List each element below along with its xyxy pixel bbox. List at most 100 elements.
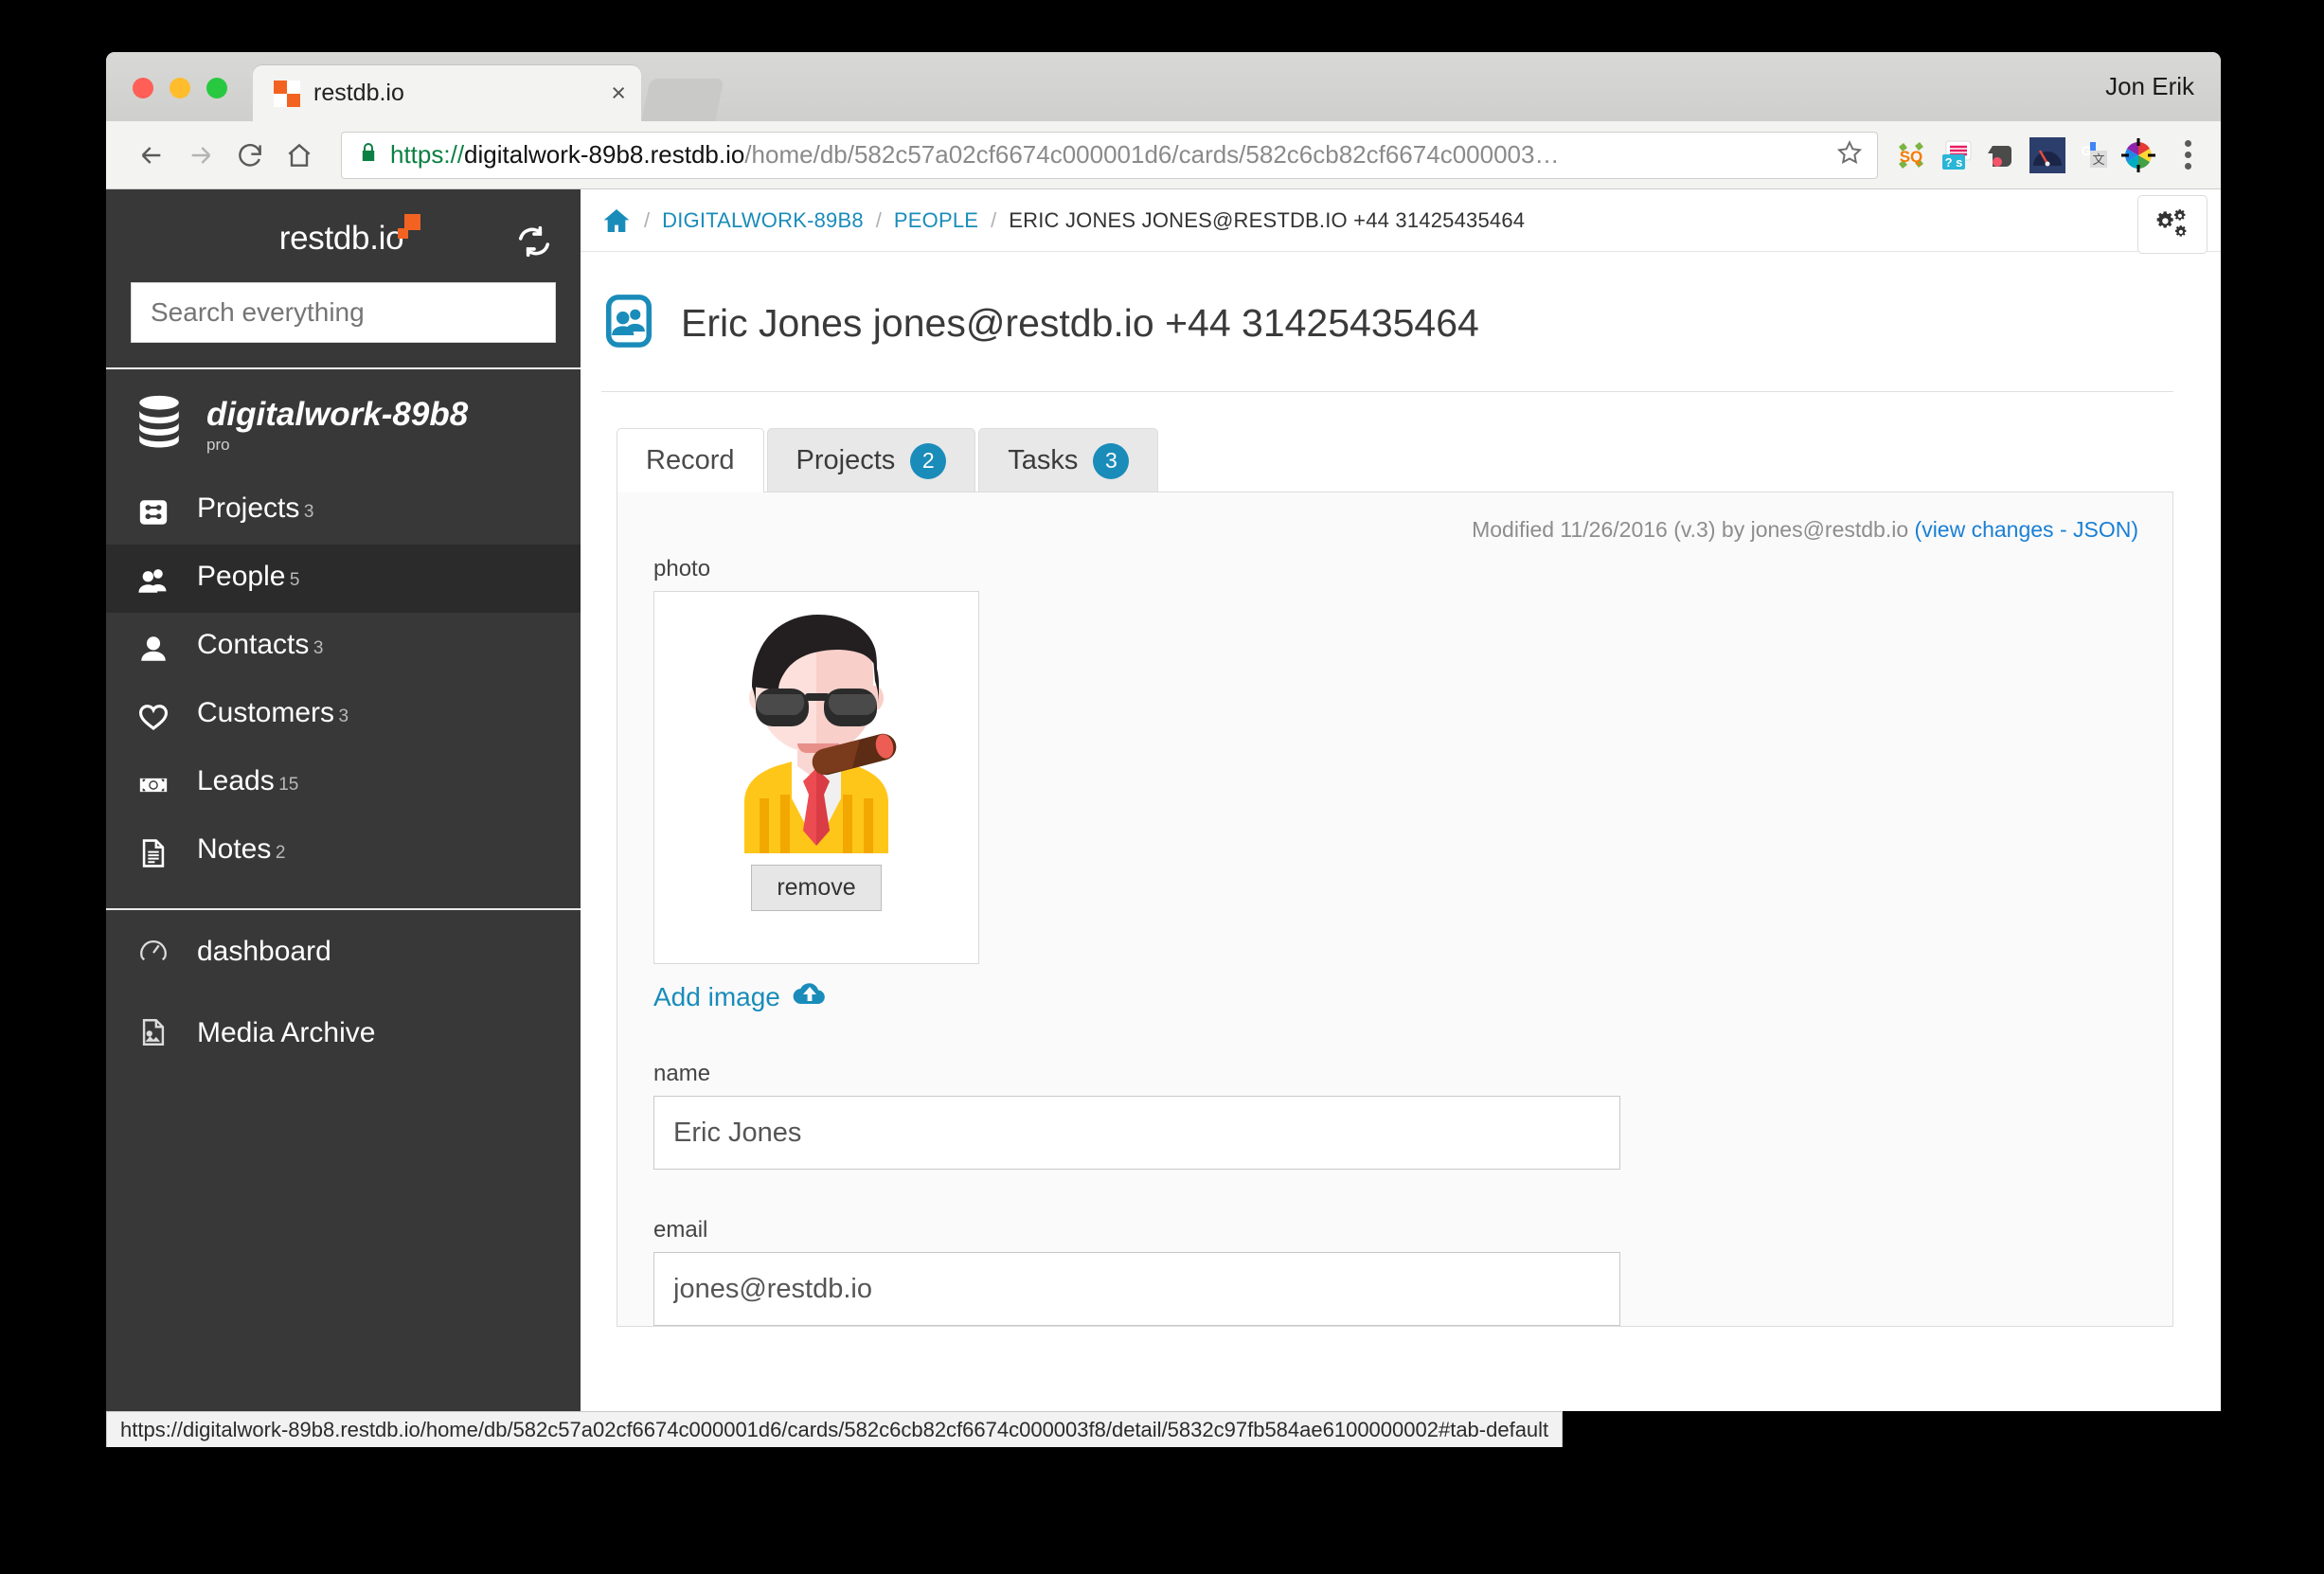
tab-label: Projects — [796, 445, 896, 475]
close-window-button[interactable] — [133, 78, 153, 98]
name-field-label: name — [653, 1061, 711, 1086]
back-button[interactable] — [127, 131, 176, 180]
sidebar-item-media-archive[interactable]: Media Archive — [106, 992, 581, 1073]
browser-toolbar: https://digitalwork-89b8.restdb.io/home/… — [106, 121, 2221, 189]
tab-tasks[interactable]: Tasks 3 — [978, 428, 1159, 492]
url-text: https://digitalwork-89b8.restdb.io/home/… — [390, 140, 1826, 170]
page-header: Eric Jones jones@restdb.io +44 314254354… — [581, 252, 2221, 353]
sidebar-item-label: Contacts — [197, 629, 310, 660]
breadcrumb-separator: / — [875, 207, 882, 232]
database-name: digitalwork-89b8 — [206, 395, 469, 433]
breadcrumb-database[interactable]: DIGITALWORK-89B8 — [662, 208, 864, 233]
sidebar-item-customers[interactable]: Customers 3 — [106, 681, 581, 749]
database-plan: pro — [206, 435, 230, 454]
color-picker-extension-icon[interactable] — [2118, 135, 2158, 175]
sidebar: restdb.io Search everything digitalwork-… — [106, 189, 581, 1411]
sidebar-item-label: dashboard — [197, 935, 331, 967]
lock-icon — [357, 141, 380, 169]
sidebar-item-count: 2 — [275, 843, 286, 863]
window-controls[interactable] — [133, 78, 227, 98]
heart-icon — [133, 697, 174, 733]
breadcrumb: / DIGITALWORK-89B8 / PEOPLE / ERIC JONES… — [581, 189, 2221, 254]
restdb-favicon — [274, 80, 300, 107]
restdb-logo[interactable]: restdb.io — [279, 214, 421, 258]
sidebar-item-contacts[interactable]: Contacts 3 — [106, 613, 581, 681]
page-header-rule — [601, 391, 2173, 392]
sidebar-footer-divider — [106, 908, 581, 910]
view-changes-link[interactable]: (view changes - JSON) — [1915, 517, 2138, 542]
svg-text:G: G — [2082, 143, 2092, 158]
name-input[interactable] — [653, 1096, 1620, 1170]
add-image-link[interactable]: Add image — [653, 980, 2138, 1013]
browser-tab-title: restdb.io — [313, 80, 404, 106]
question-s-extension-icon[interactable]: ? s — [1937, 135, 1976, 175]
search-input[interactable] — [131, 282, 556, 343]
main-content: / DIGITALWORK-89B8 / PEOPLE / ERIC JONES… — [581, 189, 2221, 1411]
photo-field-label: photo — [653, 556, 711, 581]
squarespace-extension-icon[interactable]: SQ — [1891, 135, 1931, 175]
minimize-window-button[interactable] — [170, 78, 190, 98]
app-body: restdb.io Search everything digitalwork-… — [106, 189, 2221, 1411]
forward-button[interactable] — [176, 131, 225, 180]
google-translate-extension-icon[interactable]: G 文 — [2073, 135, 2113, 175]
new-tab-button[interactable] — [641, 79, 724, 121]
sidebar-item-leads[interactable]: Leads 15 — [106, 749, 581, 817]
email-field-group: email — [653, 1217, 2138, 1326]
status-bar-url: https://digitalwork-89b8.restdb.io/home/… — [106, 1411, 1564, 1447]
svg-text:? s: ? s — [1945, 155, 1963, 170]
sidebar-item-dashboard[interactable]: dashboard — [106, 910, 581, 992]
logo-accent-square-2 — [398, 228, 409, 239]
maximize-window-button[interactable] — [206, 78, 227, 98]
sidebar-brand-row: restdb.io — [131, 210, 556, 267]
sidebar-item-notes[interactable]: Notes 2 — [106, 817, 581, 885]
speedometer-extension-icon[interactable] — [2028, 135, 2067, 175]
people-icon — [133, 561, 174, 597]
document-icon — [133, 833, 174, 869]
address-bar[interactable]: https://digitalwork-89b8.restdb.io/home/… — [341, 131, 1878, 179]
remove-photo-button[interactable]: remove — [751, 865, 882, 911]
database-name-block: digitalwork-89b8 pro — [206, 398, 468, 453]
url-host: digitalwork-89b8.restdb.io — [464, 140, 745, 169]
sidebar-divider — [106, 367, 581, 369]
add-image-label: Add image — [653, 981, 780, 1011]
tab-badge: 3 — [1093, 442, 1130, 479]
settings-button[interactable] — [2137, 195, 2208, 254]
status-bar-wrapper: https://digitalwork-89b8.restdb.io/home/… — [0, 1411, 2324, 1447]
sidebar-item-label: Customers — [197, 697, 335, 728]
browser-tab[interactable]: restdb.io × — [253, 65, 641, 121]
refresh-icon[interactable] — [516, 224, 552, 264]
sidebar-header: restdb.io — [106, 189, 581, 367]
tab-record[interactable]: Record — [617, 428, 764, 492]
bookmark-star-icon[interactable] — [1835, 138, 1864, 171]
tab-projects[interactable]: Projects 2 — [766, 428, 976, 492]
breadcrumb-separator: / — [991, 207, 997, 232]
record-panel: Modified 11/26/2016 (v.3) by jones@restd… — [617, 492, 2173, 1327]
sidebar-item-count: 5 — [289, 570, 300, 590]
tab-label: Tasks — [1008, 445, 1079, 475]
name-field-group: name — [653, 1061, 2138, 1170]
breadcrumb-collection[interactable]: PEOPLE — [894, 208, 978, 233]
database-icon — [133, 394, 186, 456]
sidebar-item-count: 3 — [313, 638, 324, 658]
email-input[interactable] — [653, 1252, 1620, 1326]
sidebar-item-projects[interactable]: Projects 3 — [106, 476, 581, 545]
reload-button[interactable] — [225, 131, 275, 180]
evernote-extension-icon[interactable] — [1982, 135, 2022, 175]
sidebar-nav: Projects 3 People 5 Contacts 3 Customers… — [106, 476, 581, 1411]
sidebar-item-label: Media Archive — [197, 1016, 376, 1048]
breadcrumb-current: ERIC JONES JONES@RESTDB.IO +44 314254354… — [1009, 207, 1526, 232]
photo-thumbnail[interactable]: remove — [653, 591, 979, 964]
chrome-menu-button[interactable] — [2172, 140, 2204, 170]
profile-name[interactable]: Jon Erik — [2071, 52, 2221, 121]
page-title: Eric Jones jones@restdb.io +44 314254354… — [681, 301, 1479, 345]
person-card-icon — [601, 294, 656, 353]
email-field-label: email — [653, 1217, 708, 1243]
home-icon[interactable] — [601, 206, 632, 236]
sidebar-item-people[interactable]: People 5 — [106, 545, 581, 613]
cloud-upload-icon — [793, 980, 827, 1013]
gauge-icon — [133, 935, 174, 967]
home-button[interactable] — [275, 131, 324, 180]
close-tab-icon[interactable]: × — [611, 80, 626, 106]
database-row[interactable]: digitalwork-89b8 pro — [106, 369, 581, 476]
svg-text:SQ: SQ — [1900, 148, 1923, 166]
